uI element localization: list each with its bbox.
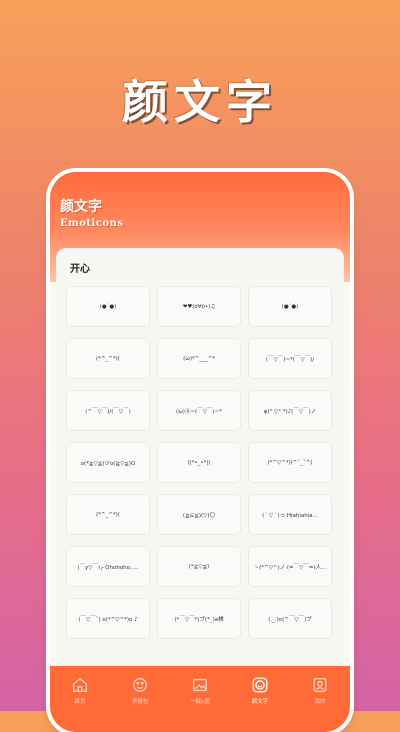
- emoticon-item[interactable]: o(*≧▽≦)ツo(≧▽≦)O: [66, 442, 150, 483]
- tab-label: 一键p图: [190, 699, 210, 705]
- tab-label: 我的: [314, 699, 326, 705]
- emoticon-item[interactable]: φ(° ▽° *)♪(￣▽￣)ノ: [248, 390, 332, 431]
- tab-stickers[interactable]: 表情包: [115, 676, 165, 705]
- emoticon-item[interactable]: (￣▽￣ˇ) o(*^▽^*)o ♪: [66, 598, 150, 639]
- emoticon-item[interactable]: ❤♥(ò∀ó•)♫: [157, 286, 241, 327]
- tab-profile[interactable]: 我的: [295, 676, 345, 705]
- tab-emoticons[interactable]: 颜文字: [235, 676, 285, 705]
- emoticon-card: 开心 (●´●) ❤♥(ò∀ó•)♫ (●´●) (*^_^*)( (ω)*^_…: [56, 248, 344, 678]
- emoticon-item[interactable]: (^￣▽￣)/(￣▽￣): [66, 390, 150, 431]
- emoticon-item[interactable]: (*^_^*)(: [66, 338, 150, 379]
- section-title: 开心: [70, 264, 90, 275]
- tab-label: 表情包: [131, 699, 149, 705]
- app-subtitle: Emoticons: [60, 218, 124, 229]
- emoticon-item[interactable]: (●´●): [248, 286, 332, 327]
- profile-icon: [313, 678, 327, 692]
- tab-label: 首页: [74, 699, 86, 705]
- emoticon-item[interactable]: (●´●): [66, 286, 150, 327]
- emoticon-item[interactable]: (*^_^*)(: [66, 494, 150, 535]
- emoticon-item[interactable]: (ω)*^___^*: [157, 338, 241, 379]
- emoticon-icon: [252, 677, 268, 693]
- emoticon-item[interactable]: (ˊ ▽ ˋ)っ Hiahiahia...: [248, 494, 332, 535]
- emoticon-item[interactable]: (|*•_•*|): [157, 442, 241, 483]
- app-title: 颜文字: [60, 199, 102, 215]
- emoticon-item[interactable]: (ω)ⓑ~(￣▽￣)~*: [157, 390, 241, 431]
- phone-mockup: 颜文字 Emoticons 开心 (●´●) ❤♥(ò∀ó•)♫ (●´●) (…: [50, 172, 350, 732]
- home-icon: [73, 677, 87, 692]
- emoticon-item[interactable]: (._.)o(^￣▽￣)ブ: [248, 598, 332, 639]
- emoticon-item[interactable]: (*￣▽￣*)ブ(*_)a棋: [157, 598, 241, 639]
- emoticon-item[interactable]: (*≧▽≦): [157, 546, 241, 587]
- tab-photo-edit[interactable]: 一键p图: [175, 676, 225, 705]
- emoticon-item[interactable]: (￣y▽￣)╭ Ohohoho.....: [66, 546, 150, 587]
- emoticon-item[interactable]: (￣▽￣)~*(￣▽￣)/: [248, 338, 332, 379]
- tab-label: 颜文字: [251, 699, 269, 705]
- image-edit-icon: [193, 678, 207, 692]
- emoticon-item[interactable]: ヽ(*^▽^)ノ (=￣▽￣=)人...: [248, 546, 332, 587]
- emoticon-item[interactable]: (*^▽^*)(^ˇ_ˇ^): [248, 442, 332, 483]
- promo-title: 颜文字: [122, 75, 278, 129]
- emoticon-item[interactable]: (≧⊆≦)(▽)〇: [157, 494, 241, 535]
- tab-home[interactable]: 首页: [55, 676, 105, 705]
- bottom-tab-bar: 首页 表情包 一键p图 颜文字 我的: [50, 666, 350, 732]
- emoticon-grid: (●´●) ❤♥(ò∀ó•)♫ (●´●) (*^_^*)( (ω)*^___^…: [66, 286, 334, 639]
- smile-icon: [133, 678, 147, 692]
